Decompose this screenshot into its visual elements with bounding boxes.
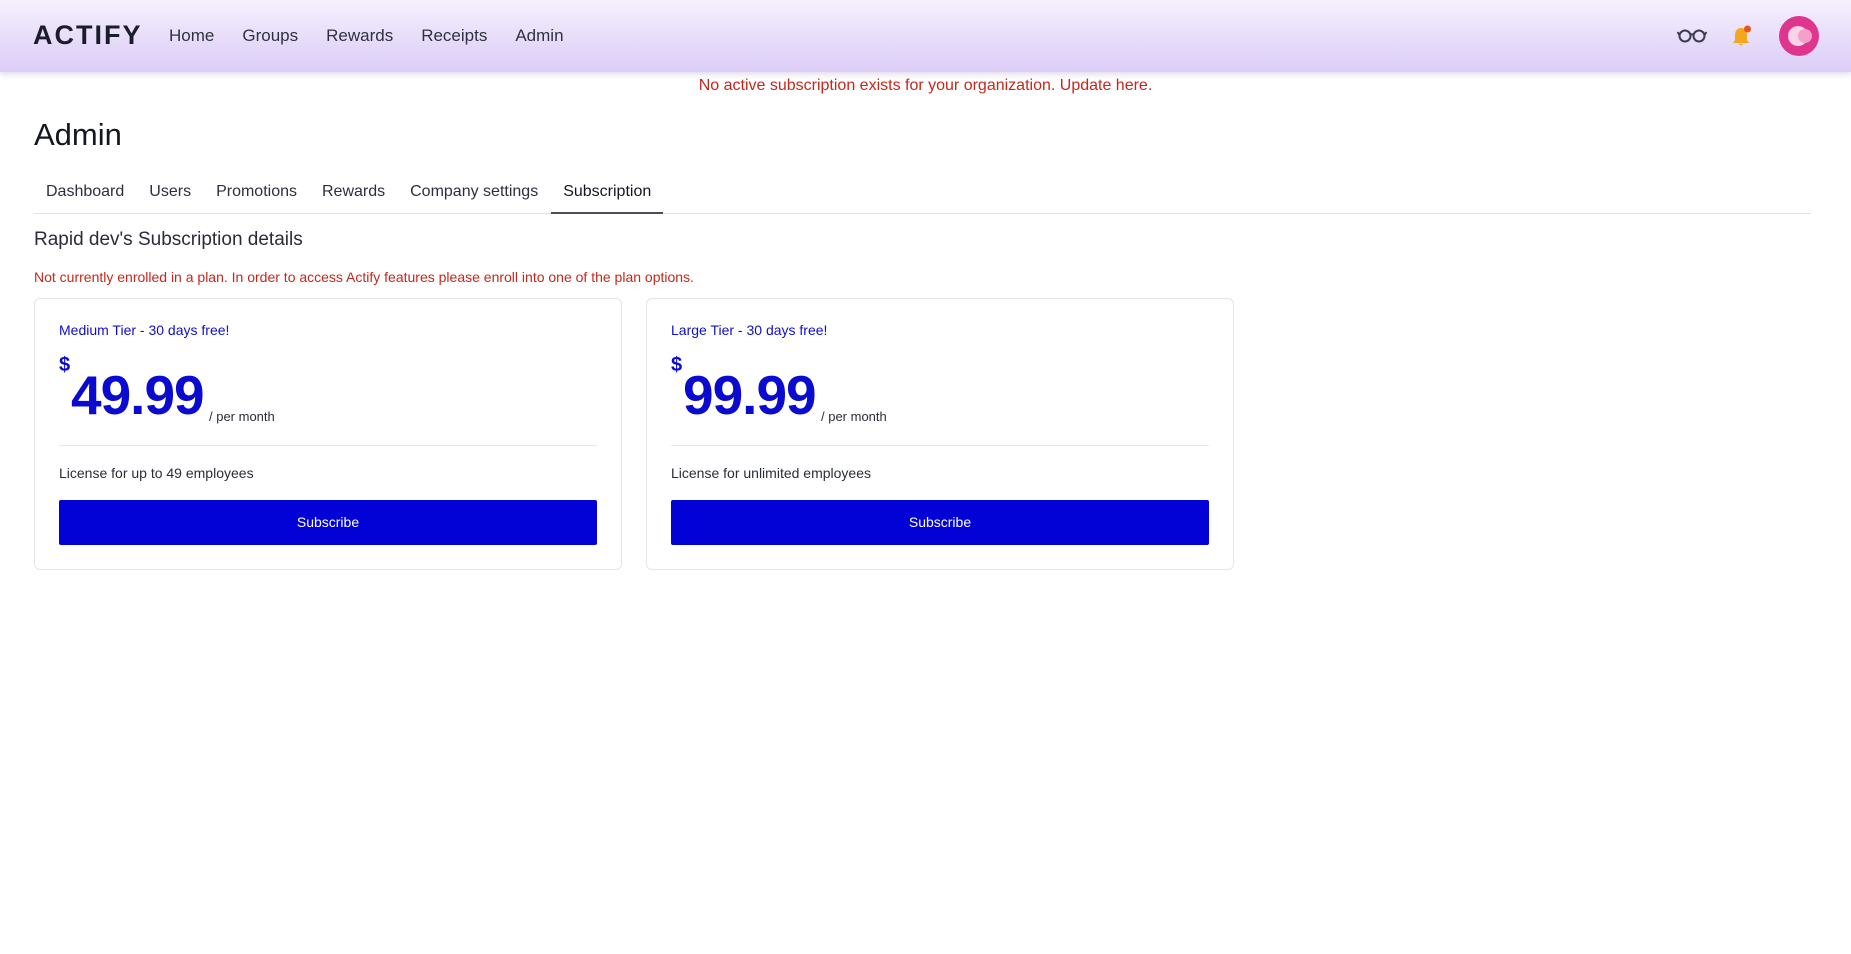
tab-subscription[interactable]: Subscription <box>551 174 664 214</box>
glasses-icon[interactable] <box>1677 28 1707 44</box>
nav-rewards[interactable]: Rewards <box>326 24 393 48</box>
currency-symbol: $ <box>59 354 71 376</box>
notification-dot <box>1744 25 1751 33</box>
tab-promotions[interactable]: Promotions <box>204 174 309 214</box>
billing-period: / per month <box>209 409 275 424</box>
plan-warning: Not currently enrolled in a plan. In ord… <box>34 269 694 285</box>
admin-tabs: Dashboard Users Promotions Rewards Compa… <box>34 174 1811 214</box>
plan-card-large: Large Tier - 30 days free! $ 99.99 / per… <box>646 298 1234 570</box>
billing-period: / per month <box>821 409 887 424</box>
license-description: License for up to 49 employees <box>59 465 254 481</box>
tab-dashboard[interactable]: Dashboard <box>34 174 136 214</box>
nav-home[interactable]: Home <box>169 24 214 48</box>
subscription-alert: No active subscription exists for your o… <box>0 76 1851 96</box>
plan-name: Large Tier - 30 days free! <box>671 322 828 338</box>
nav-groups[interactable]: Groups <box>242 24 298 48</box>
actify-logo[interactable]: ACTIFY <box>33 20 143 50</box>
card-divider <box>671 445 1209 446</box>
bell-icon[interactable] <box>1731 24 1753 48</box>
page-title: Admin <box>34 117 122 152</box>
plan-price: 99.99 <box>683 364 817 426</box>
subscribe-button[interactable]: Subscribe <box>671 500 1209 545</box>
tab-rewards[interactable]: Rewards <box>310 174 397 214</box>
subscription-details-heading: Rapid dev's Subscription details <box>34 229 303 250</box>
top-navbar: ACTIFY Home Groups Rewards Receipts Admi… <box>0 0 1851 72</box>
plan-card-medium: Medium Tier - 30 days free! $ 49.99 / pe… <box>34 298 622 570</box>
update-here-link[interactable]: Update here. <box>1060 77 1153 94</box>
subscribe-button[interactable]: Subscribe <box>59 500 597 545</box>
alert-text: No active subscription exists for your o… <box>698 77 1056 94</box>
nav-admin[interactable]: Admin <box>515 24 563 48</box>
plan-price: 49.99 <box>71 364 205 426</box>
license-description: License for unlimited employees <box>671 465 871 481</box>
tab-users[interactable]: Users <box>137 174 203 214</box>
plan-name: Medium Tier - 30 days free! <box>59 322 230 338</box>
card-divider <box>59 445 597 446</box>
avatar[interactable] <box>1779 16 1819 56</box>
nav-receipts[interactable]: Receipts <box>421 24 487 48</box>
main-nav: Home Groups Rewards Receipts Admin <box>169 24 592 48</box>
currency-symbol: $ <box>671 354 683 376</box>
tab-company-settings[interactable]: Company settings <box>398 174 550 214</box>
